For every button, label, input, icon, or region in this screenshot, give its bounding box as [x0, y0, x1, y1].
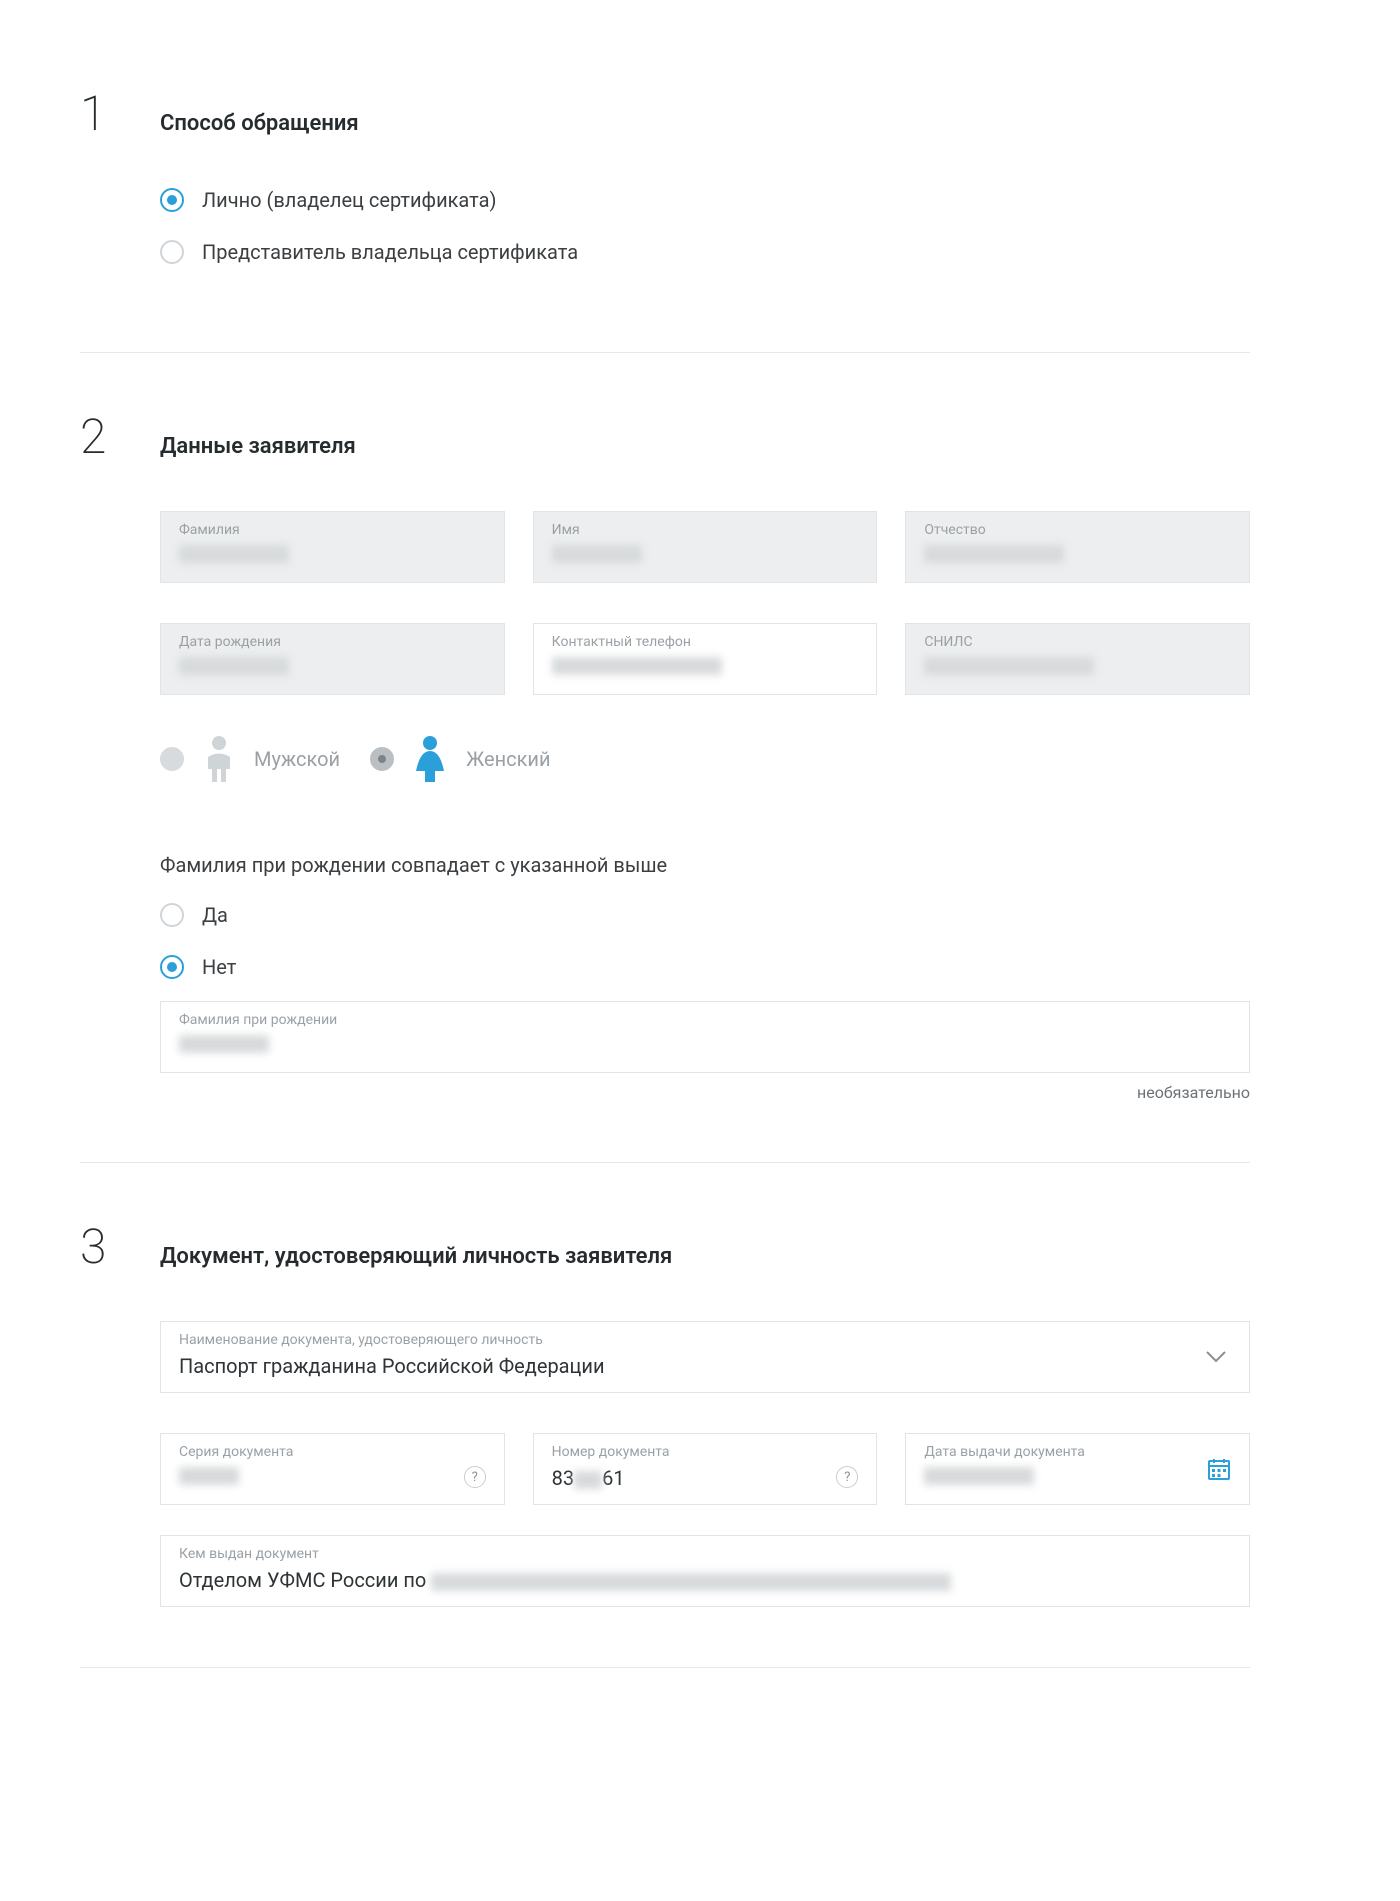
- radio-representative-label: Представитель владельца сертификата: [202, 240, 578, 264]
- step-3-section: 3 Документ, удостоверяющий личность заяв…: [80, 1223, 1250, 1668]
- female-icon: [412, 735, 448, 783]
- phone-label: Контактный телефон: [552, 634, 859, 650]
- doc-number-label: Номер документа: [552, 1444, 859, 1460]
- doc-series-field[interactable]: Серия документа ?: [160, 1433, 505, 1505]
- radio-no-label: Нет: [202, 955, 236, 979]
- surname-field: Фамилия: [160, 511, 505, 583]
- doc-issued-by-label: Кем выдан документ: [179, 1546, 1231, 1562]
- dob-label: Дата рождения: [179, 634, 486, 650]
- step-3-title: Документ, удостоверяющий личность заявит…: [160, 1244, 672, 1269]
- radio-yes-label: Да: [202, 903, 228, 927]
- step-number-2: 2: [80, 413, 120, 461]
- step-3-header: 3 Документ, удостоверяющий личность заяв…: [80, 1223, 1250, 1271]
- birth-surname-label: Фамилия при рождении: [179, 1012, 1231, 1028]
- patronymic-field: Отчество: [905, 511, 1250, 583]
- step-number-1: 1: [80, 90, 120, 138]
- help-icon[interactable]: ?: [464, 1466, 486, 1488]
- phone-value-redacted: [552, 657, 722, 675]
- doc-name-label: Наименование документа, удостоверяющего …: [179, 1332, 1231, 1348]
- radio-no[interactable]: Нет: [160, 955, 1250, 979]
- male-icon: [202, 735, 236, 783]
- optional-note: необязательно: [160, 1083, 1250, 1102]
- doc-number-value: 8361: [552, 1466, 859, 1490]
- radio-icon-unselected: [160, 240, 184, 264]
- name-label: Имя: [552, 522, 859, 538]
- birth-surname-field[interactable]: Фамилия при рождении: [160, 1001, 1250, 1073]
- gender-male-label: Мужской: [254, 747, 340, 771]
- name-value-redacted: [552, 545, 642, 563]
- chevron-down-icon: [1205, 1350, 1227, 1364]
- radio-icon-selected: [160, 188, 184, 212]
- surname-label: Фамилия: [179, 522, 486, 538]
- step-2-header: 2 Данные заявителя: [80, 413, 1250, 461]
- radio-icon-selected: [160, 955, 184, 979]
- doc-issue-date-value-redacted: [924, 1467, 1034, 1485]
- doc-issued-by-field[interactable]: Кем выдан документ Отделом УФМС России п…: [160, 1535, 1250, 1607]
- radio-representative[interactable]: Представитель владельца сертификата: [160, 240, 1250, 264]
- doc-issue-date-label: Дата выдачи документа: [924, 1444, 1231, 1460]
- gender-female-radio[interactable]: [370, 747, 394, 771]
- step-1-header: 1 Способ обращения: [80, 90, 1250, 138]
- snils-field: СНИЛС: [905, 623, 1250, 695]
- doc-name-select[interactable]: Наименование документа, удостоверяющего …: [160, 1321, 1250, 1393]
- dob-field: Дата рождения: [160, 623, 505, 695]
- radio-personal[interactable]: Лично (владелец сертификата): [160, 188, 1250, 212]
- step-number-3: 3: [80, 1223, 120, 1271]
- doc-issued-by-value: Отделом УФМС России по: [179, 1568, 1231, 1592]
- snils-value-redacted: [924, 657, 1094, 675]
- doc-series-value-redacted: [179, 1467, 239, 1485]
- step-1-title: Способ обращения: [160, 111, 359, 136]
- step-2-section: 2 Данные заявителя Фамилия Имя Отчество …: [80, 413, 1250, 1163]
- radio-icon-unselected: [160, 903, 184, 927]
- doc-number-field[interactable]: Номер документа 8361 ?: [533, 1433, 878, 1505]
- dob-value-redacted: [179, 657, 289, 675]
- patronymic-label: Отчество: [924, 522, 1231, 538]
- surname-value-redacted: [179, 545, 289, 563]
- gender-male-radio[interactable]: [160, 747, 184, 771]
- step-2-title: Данные заявителя: [160, 434, 356, 459]
- radio-yes[interactable]: Да: [160, 903, 1250, 927]
- gender-selector: Мужской Женский: [160, 735, 1250, 783]
- birth-surname-question: Фамилия при рождении совпадает с указанн…: [160, 853, 1250, 877]
- doc-series-label: Серия документа: [179, 1444, 486, 1460]
- patronymic-value-redacted: [924, 545, 1064, 563]
- calendar-icon[interactable]: [1207, 1457, 1231, 1481]
- phone-field[interactable]: Контактный телефон: [533, 623, 878, 695]
- radio-personal-label: Лично (владелец сертификата): [202, 188, 496, 212]
- name-field: Имя: [533, 511, 878, 583]
- step-1-section: 1 Способ обращения Лично (владелец серти…: [80, 90, 1250, 353]
- gender-female-label: Женский: [466, 747, 550, 771]
- birth-surname-value-redacted: [179, 1035, 269, 1053]
- doc-name-value: Паспорт гражданина Российской Федерации: [179, 1354, 1231, 1378]
- snils-label: СНИЛС: [924, 634, 1231, 650]
- doc-issue-date-field[interactable]: Дата выдачи документа: [905, 1433, 1250, 1505]
